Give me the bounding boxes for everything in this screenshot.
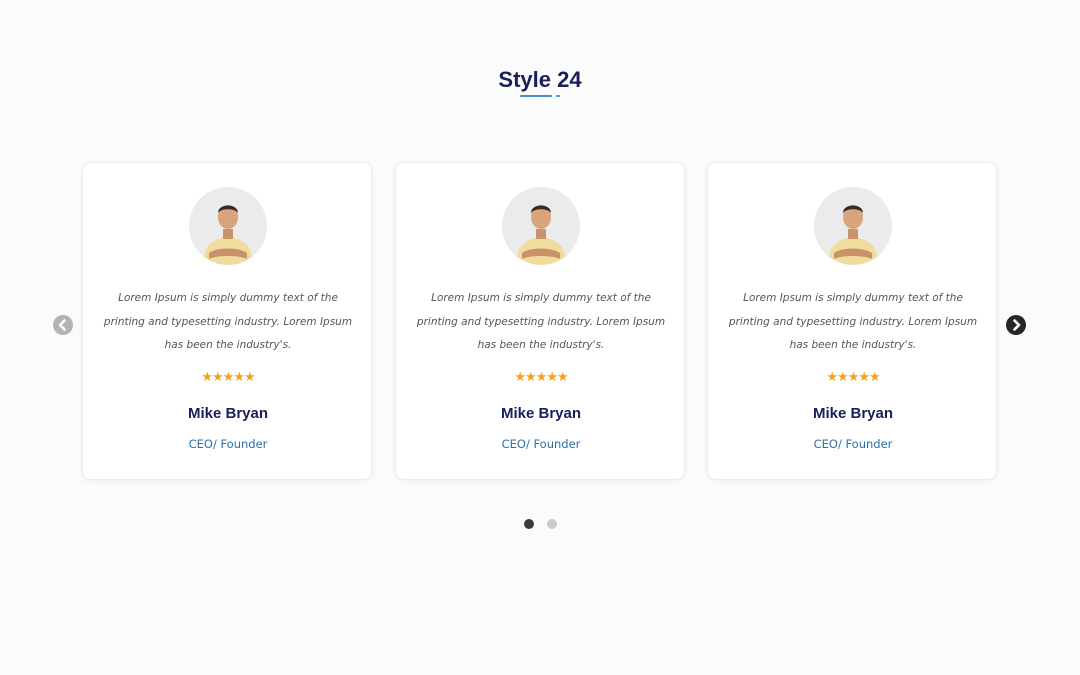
star-rating: ★★★★★ [826,370,880,385]
testimonial-quote: Lorem Ipsum is simply dummy text of the … [728,292,978,351]
testimonial-role: CEO/ Founder [188,437,268,451]
carousel-pagination [0,519,1080,529]
avatar [502,187,580,265]
avatar [814,187,892,265]
testimonial-name: Mike Bryan [500,405,582,422]
pagination-dot-2[interactable] [546,519,557,529]
testimonial-card: Lorem Ipsum is simply dummy text of the … [395,162,685,480]
title-underline-dot [556,95,560,97]
chevron-left-icon [58,319,66,331]
testimonial-quote: Lorem Ipsum is simply dummy text of the … [416,292,666,351]
testimonial-card: Lorem Ipsum is simply dummy text of the … [82,162,372,480]
avatar [189,187,267,265]
testimonial-role: CEO/ Founder [501,437,581,451]
testimonial-carousel: Lorem Ipsum is simply dummy text of the … [82,162,998,482]
testimonial-quote: Lorem Ipsum is simply dummy text of the … [103,292,353,351]
section-title: Style 24 [498,67,582,92]
testimonial-name: Mike Bryan [187,405,269,422]
chevron-right-icon [1013,319,1021,331]
pagination-dot-1[interactable] [523,519,534,529]
testimonial-role: CEO/ Founder [813,437,893,451]
star-rating: ★★★★★ [201,370,255,385]
carousel-prev-button[interactable] [53,315,73,335]
star-rating: ★★★★★ [514,370,568,385]
testimonial-card: Lorem Ipsum is simply dummy text of the … [707,162,997,480]
testimonial-name: Mike Bryan [812,405,894,422]
title-underline [520,95,552,97]
carousel-next-button[interactable] [1006,315,1026,335]
